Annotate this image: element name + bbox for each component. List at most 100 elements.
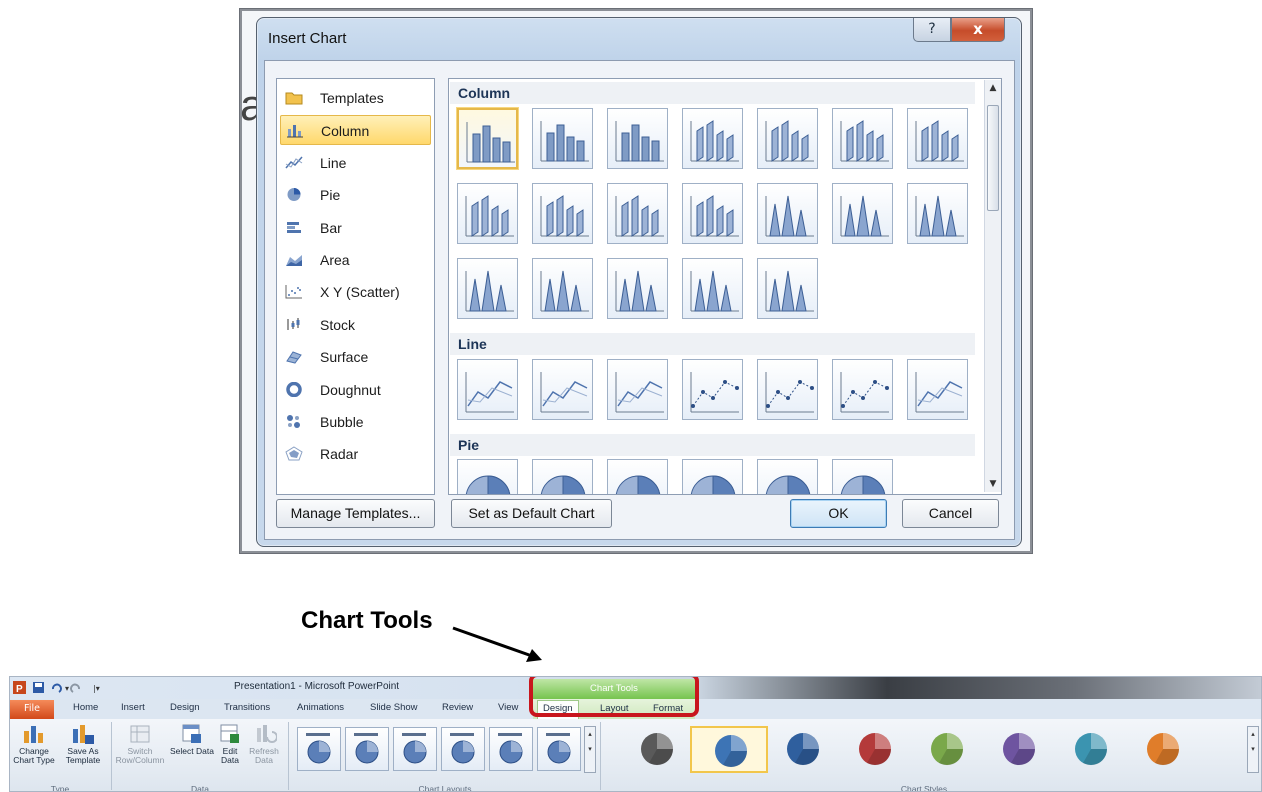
chart-style-8[interactable]	[1124, 726, 1202, 773]
chart-type-surface[interactable]: Surface	[280, 342, 431, 372]
chart-subtype-31[interactable]	[757, 459, 818, 494]
chart-subtype-5[interactable]	[757, 108, 818, 169]
chart-style-1[interactable]	[618, 726, 696, 773]
chart-subtype-30[interactable]	[682, 459, 743, 494]
chart-type-bubble[interactable]: Bubble	[280, 407, 431, 437]
chart-style-3[interactable]	[764, 726, 842, 773]
tab-insert[interactable]: Insert	[121, 702, 145, 713]
chart-style-4[interactable]	[836, 726, 914, 773]
chart-type-list: Templates Column Line Pie Bar Area X Y (Scatte…	[276, 78, 435, 495]
tab-review[interactable]: Review	[442, 702, 473, 713]
chart-layout-3[interactable]	[393, 727, 437, 771]
chart-type-x-y-scatter[interactable]: X Y (Scatter)	[280, 277, 431, 307]
edit-data-label: Edit Data	[221, 746, 239, 765]
chart-subtype-icon	[840, 120, 889, 162]
chart-subtype-9[interactable]	[532, 183, 593, 244]
tab-transitions[interactable]: Transitions	[224, 702, 270, 713]
chart-subtype-27[interactable]	[457, 459, 518, 494]
chart-subtype-10[interactable]	[607, 183, 668, 244]
chart-type-line[interactable]: Line	[280, 148, 431, 178]
chart-subtype-29[interactable]	[607, 459, 668, 494]
cancel-button[interactable]: Cancel	[902, 499, 999, 528]
chart-subtype-2[interactable]	[532, 108, 593, 169]
chart-subtype-26[interactable]	[907, 359, 968, 420]
chart-subtype-20[interactable]	[457, 359, 518, 420]
switch-row-column-button[interactable]: Switch Row/Column	[115, 723, 165, 765]
chart-subtype-4[interactable]	[682, 108, 743, 169]
tab-animations[interactable]: Animations	[297, 702, 344, 713]
chart-subtype-15[interactable]	[457, 258, 518, 319]
svg-text:▾: ▾	[65, 684, 69, 693]
chart-style-5[interactable]	[908, 726, 986, 773]
tab-design[interactable]: Design	[170, 702, 200, 713]
chart-subtype-25[interactable]	[832, 359, 893, 420]
chart-type-label: Surface	[320, 349, 369, 366]
chart-layout-icon	[498, 733, 523, 764]
chart-type-column[interactable]: Column	[280, 115, 431, 146]
gallery-scrollbar[interactable]: ▲ ▼	[984, 80, 1001, 492]
manage-templates-button[interactable]: Manage Templates...	[276, 499, 435, 528]
chart-type-stock[interactable]: Stock	[280, 310, 431, 340]
chart-type-label: Templates	[320, 90, 384, 106]
chart-type-label: Stock	[320, 316, 356, 333]
change-chart-type-icon	[24, 726, 43, 743]
chart-subtype-22[interactable]	[607, 359, 668, 420]
chart-layout-6[interactable]	[537, 727, 581, 771]
chart-style-pie-icon	[715, 735, 748, 768]
chart-type-area[interactable]: Area	[280, 245, 431, 275]
scroll-down-icon[interactable]: ▼	[985, 476, 1001, 492]
chart-subtype-12[interactable]	[757, 183, 818, 244]
chart-subtype-19[interactable]	[757, 258, 818, 319]
chart-subtype-8[interactable]	[457, 183, 518, 244]
chart-subtype-3[interactable]	[607, 108, 668, 169]
section-header-pie: Pie	[450, 434, 975, 456]
chart-subtype-1[interactable]	[456, 107, 519, 170]
chart-type-templates[interactable]: Templates	[280, 83, 431, 113]
chart-subtype-6[interactable]	[832, 108, 893, 169]
scatter-chart-icon	[285, 284, 303, 299]
chart-type-bar[interactable]: Bar	[280, 213, 431, 243]
bubble-chart-icon	[285, 414, 303, 429]
close-button[interactable]: x	[951, 18, 1005, 42]
layouts-gallery-scroll[interactable]: ▴ ▾	[584, 726, 596, 773]
chart-type-radar[interactable]: Radar	[280, 439, 431, 469]
tab-file[interactable]: File	[10, 700, 54, 719]
chart-subtype-18[interactable]	[682, 258, 743, 319]
chart-subtype-32[interactable]	[832, 459, 893, 494]
chart-style-2[interactable]	[690, 726, 768, 773]
chart-style-6[interactable]	[980, 726, 1058, 773]
chart-layout-1[interactable]	[297, 727, 341, 771]
edit-data-button[interactable]: Edit Data	[215, 723, 245, 765]
chart-subtype-16[interactable]	[532, 258, 593, 319]
chart-layout-5[interactable]	[489, 727, 533, 771]
tab-home[interactable]: Home	[73, 702, 98, 713]
chart-subtype-24[interactable]	[757, 359, 818, 420]
refresh-data-button[interactable]: Refresh Data	[246, 723, 282, 765]
styles-gallery-scroll[interactable]: ▴ ▾	[1247, 726, 1259, 773]
tab-slide-show[interactable]: Slide Show	[370, 702, 418, 713]
scroll-up-icon[interactable]: ▲	[985, 80, 1001, 96]
ok-button[interactable]: OK	[790, 499, 887, 528]
chart-layout-4[interactable]	[441, 727, 485, 771]
chart-subtype-7[interactable]	[907, 108, 968, 169]
chart-style-7[interactable]	[1052, 726, 1130, 773]
chart-subtype-28[interactable]	[532, 459, 593, 494]
select-data-button[interactable]: Select Data	[170, 723, 214, 756]
save-as-template-button[interactable]: Save As Template	[59, 723, 107, 765]
chart-layout-2[interactable]	[345, 727, 389, 771]
chart-subtype-17[interactable]	[607, 258, 668, 319]
help-button[interactable]: ?	[913, 18, 951, 42]
chart-subtype-13[interactable]	[832, 183, 893, 244]
chart-type-doughnut[interactable]: Doughnut	[280, 375, 431, 405]
change-chart-type-button[interactable]: Change Chart Type	[12, 723, 56, 765]
set-default-chart-button[interactable]: Set as Default Chart	[451, 499, 612, 528]
chart-subtype-23[interactable]	[682, 359, 743, 420]
chart-type-pie[interactable]: Pie	[280, 180, 431, 210]
scrollbar-thumb[interactable]	[987, 105, 999, 211]
radar-chart-icon	[285, 446, 303, 461]
tab-view[interactable]: View	[498, 702, 518, 713]
chart-subtype-11[interactable]	[682, 183, 743, 244]
save-as-template-label: Save As Template	[65, 746, 101, 765]
chart-subtype-14[interactable]	[907, 183, 968, 244]
chart-subtype-21[interactable]	[532, 359, 593, 420]
